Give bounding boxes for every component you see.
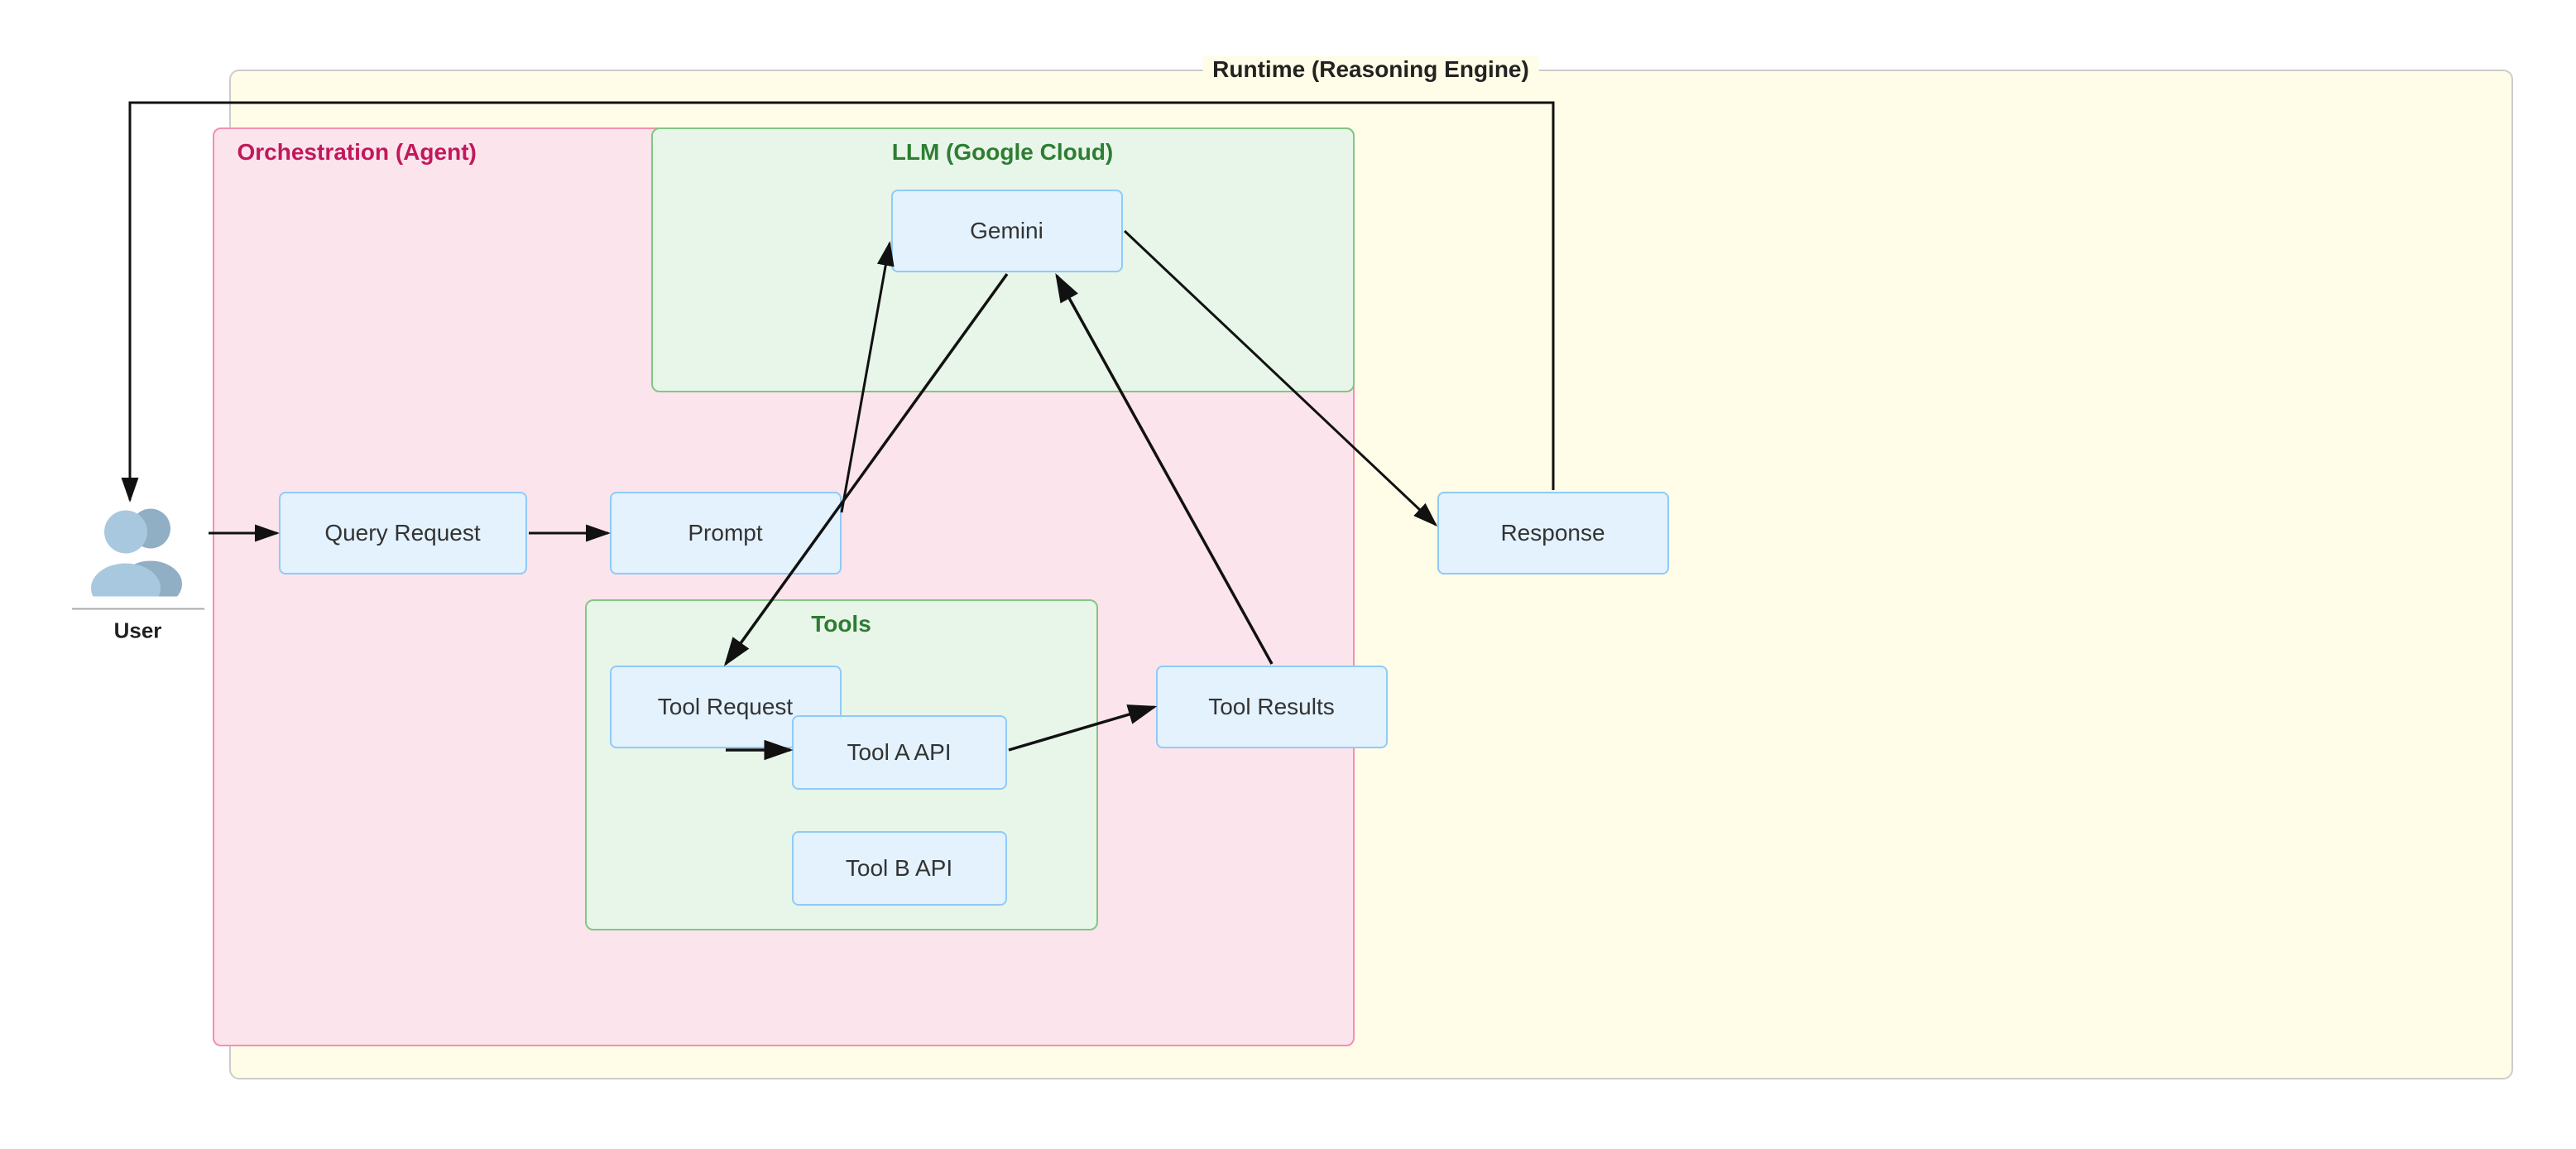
user-line	[72, 608, 204, 610]
gemini-node: Gemini	[891, 190, 1123, 272]
llm-label: LLM (Google Cloud)	[892, 139, 1114, 166]
query-request-node: Query Request	[279, 492, 527, 574]
tool-results-node: Tool Results	[1156, 666, 1388, 748]
orchestration-label: Orchestration (Agent)	[237, 139, 477, 166]
user-figure: User	[72, 506, 204, 644]
diagram-wrapper: Runtime (Reasoning Engine) Orchestration…	[47, 36, 2530, 1113]
runtime-label: Runtime (Reasoning Engine)	[1202, 56, 1539, 83]
response-node: Response	[1437, 492, 1669, 574]
user-label: User	[114, 618, 162, 644]
user-icon	[84, 506, 192, 597]
tools-label: Tools	[811, 611, 871, 637]
tool-a-node: Tool A API	[792, 715, 1007, 790]
prompt-node: Prompt	[610, 492, 842, 574]
tool-b-node: Tool B API	[792, 831, 1007, 906]
